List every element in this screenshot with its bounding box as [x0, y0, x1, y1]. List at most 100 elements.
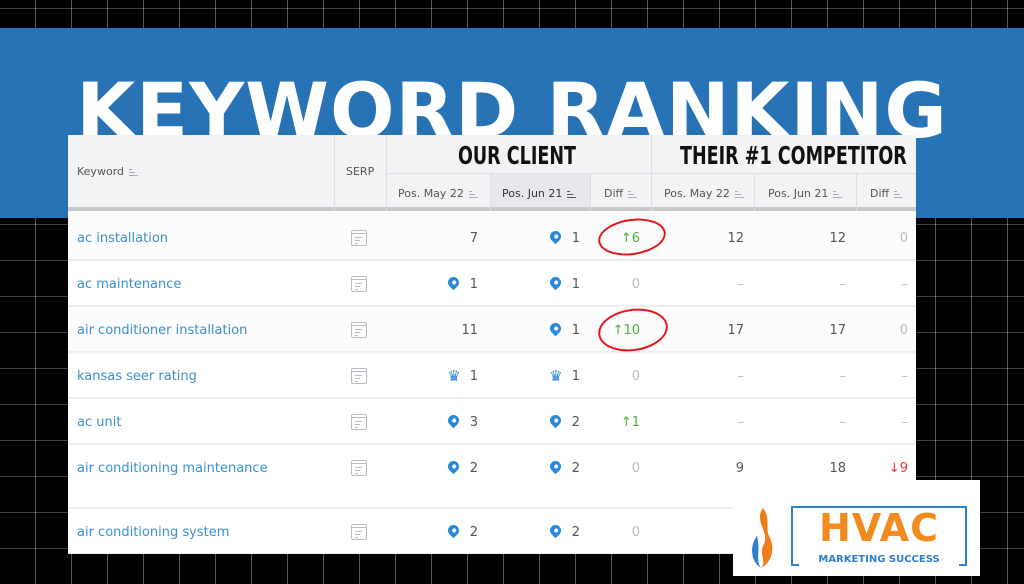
local-pack-pin-icon [547, 458, 563, 474]
table-row: ac unit 3 2 ↑1 – – – [68, 399, 916, 445]
group-title-client: OUR CLIENT [458, 141, 576, 170]
client-diff: 0 [590, 261, 640, 307]
header-keyword[interactable]: Keyword [77, 165, 138, 178]
position-value: 1 [469, 276, 478, 292]
position-value: 2 [571, 524, 580, 540]
divider [334, 135, 335, 211]
header-client-pos-may[interactable]: Pos. May 22 [398, 187, 478, 200]
table-row: air conditioner installation 11 1 ↑10 17 17 0 [68, 307, 916, 353]
local-pack-pin-icon [547, 320, 563, 336]
client-pos-may: 2 [398, 509, 478, 554]
diff-value: – [901, 276, 909, 292]
client-pos-jun: 2 [488, 399, 580, 445]
keyword-link[interactable]: kansas seer rating [77, 353, 327, 399]
comp-pos-may: 9 [664, 445, 744, 491]
diff-value: – [901, 368, 909, 384]
header-label: Pos. May 22 [664, 187, 730, 200]
header-label: Diff [870, 187, 890, 200]
header-client-diff[interactable]: Diff [604, 187, 638, 200]
sort-icon [128, 168, 138, 176]
comp-pos-may: 17 [664, 307, 744, 353]
position-value: – [737, 414, 745, 430]
keyword-link[interactable]: air conditioner installation [77, 307, 327, 353]
serp-features-icon[interactable] [351, 322, 367, 338]
client-pos-jun: 1 [488, 261, 580, 307]
serp-features-icon[interactable] [351, 230, 367, 246]
position-value: 2 [571, 414, 580, 430]
serp-features-icon[interactable] [351, 460, 367, 476]
serp-features-icon[interactable] [351, 368, 367, 384]
comp-pos-jun: 12 [758, 215, 846, 261]
sort-icon [628, 190, 638, 198]
comp-diff: 0 [858, 307, 908, 353]
header-comp-diff[interactable]: Diff [870, 187, 904, 200]
client-pos-jun: 1 [488, 215, 580, 261]
featured-snippet-crown-icon: ♛ [447, 366, 461, 385]
position-value: 1 [469, 368, 478, 384]
group-title-competitor: THEIR #1 COMPETITOR [680, 141, 907, 170]
comp-pos-may: – [664, 261, 745, 307]
position-value: 18 [829, 460, 846, 476]
header-client-pos-jun[interactable]: Pos. Jun 21 [502, 187, 577, 200]
header-comp-pos-jun[interactable]: Pos. Jun 21 [768, 187, 843, 200]
keyword-link[interactable]: ac unit [77, 399, 327, 445]
client-pos-may: 7 [398, 215, 478, 261]
local-pack-pin-icon [547, 412, 563, 428]
client-diff: 0 [590, 509, 640, 554]
divider [386, 173, 916, 174]
position-value: 2 [469, 460, 478, 476]
flame-icon [752, 508, 773, 568]
position-value: – [839, 368, 847, 384]
keyword-link[interactable]: ac installation [77, 215, 327, 261]
keyword-link[interactable]: ac maintenance [77, 261, 327, 307]
diff-value: – [901, 414, 909, 430]
table-header: OUR CLIENT THEIR #1 COMPETITOR Keyword S… [68, 135, 916, 211]
keyword-link[interactable]: air conditioning maintenance [77, 445, 327, 491]
client-pos-jun: 2 [488, 445, 580, 491]
position-value: – [839, 276, 847, 292]
position-value: 3 [469, 414, 478, 430]
serp-features-icon[interactable] [351, 414, 367, 430]
local-pack-pin-icon [547, 228, 563, 244]
table-row: kansas seer rating ♛ 1 ♛ 1 0– – – [68, 353, 916, 399]
client-pos-may: ♛ 1 [398, 353, 478, 399]
comp-pos-may [664, 509, 744, 554]
keyword-link[interactable]: air conditioning system [77, 509, 327, 554]
comp-pos-may: – [664, 399, 745, 445]
position-value: – [737, 276, 745, 292]
position-value: – [737, 368, 745, 384]
divider [590, 173, 591, 211]
comp-diff: – [858, 399, 909, 445]
diff-value: ↑1 [620, 414, 640, 430]
diff-value: 0 [631, 460, 640, 476]
position-value: 11 [461, 322, 478, 338]
serp-features-icon[interactable] [351, 524, 367, 540]
comp-diff: – [858, 261, 909, 307]
client-pos-may: 1 [398, 261, 478, 307]
table-row: ac maintenance 1 1 0 – – – [68, 261, 916, 307]
position-value: 1 [571, 230, 580, 246]
header-label: Diff [604, 187, 624, 200]
serp-features-icon[interactable] [351, 276, 367, 292]
client-pos-may: 2 [398, 445, 478, 491]
sort-icon [833, 190, 843, 198]
position-value: – [839, 414, 847, 430]
client-pos-jun: ♛ 1 [488, 353, 580, 399]
client-diff: 0 [590, 445, 640, 491]
header-label: Pos. Jun 21 [502, 187, 563, 200]
divider [856, 173, 857, 211]
position-value: 1 [571, 368, 580, 384]
client-diff: 0 [590, 353, 640, 399]
logo-tagline: MARKETING SUCCESS [799, 553, 959, 567]
header-comp-pos-may[interactable]: Pos. May 22 [664, 187, 744, 200]
header-label: Pos. Jun 21 [768, 187, 829, 200]
client-diff: ↑1 [590, 399, 640, 445]
diff-value: 0 [631, 524, 640, 540]
local-pack-pin-icon [445, 522, 461, 538]
position-value: 12 [727, 230, 744, 246]
diff-value: 0 [899, 322, 908, 338]
header-keyword-label: Keyword [77, 165, 124, 178]
position-value: 7 [469, 230, 478, 246]
position-value: 2 [571, 460, 580, 476]
divider [490, 173, 491, 211]
